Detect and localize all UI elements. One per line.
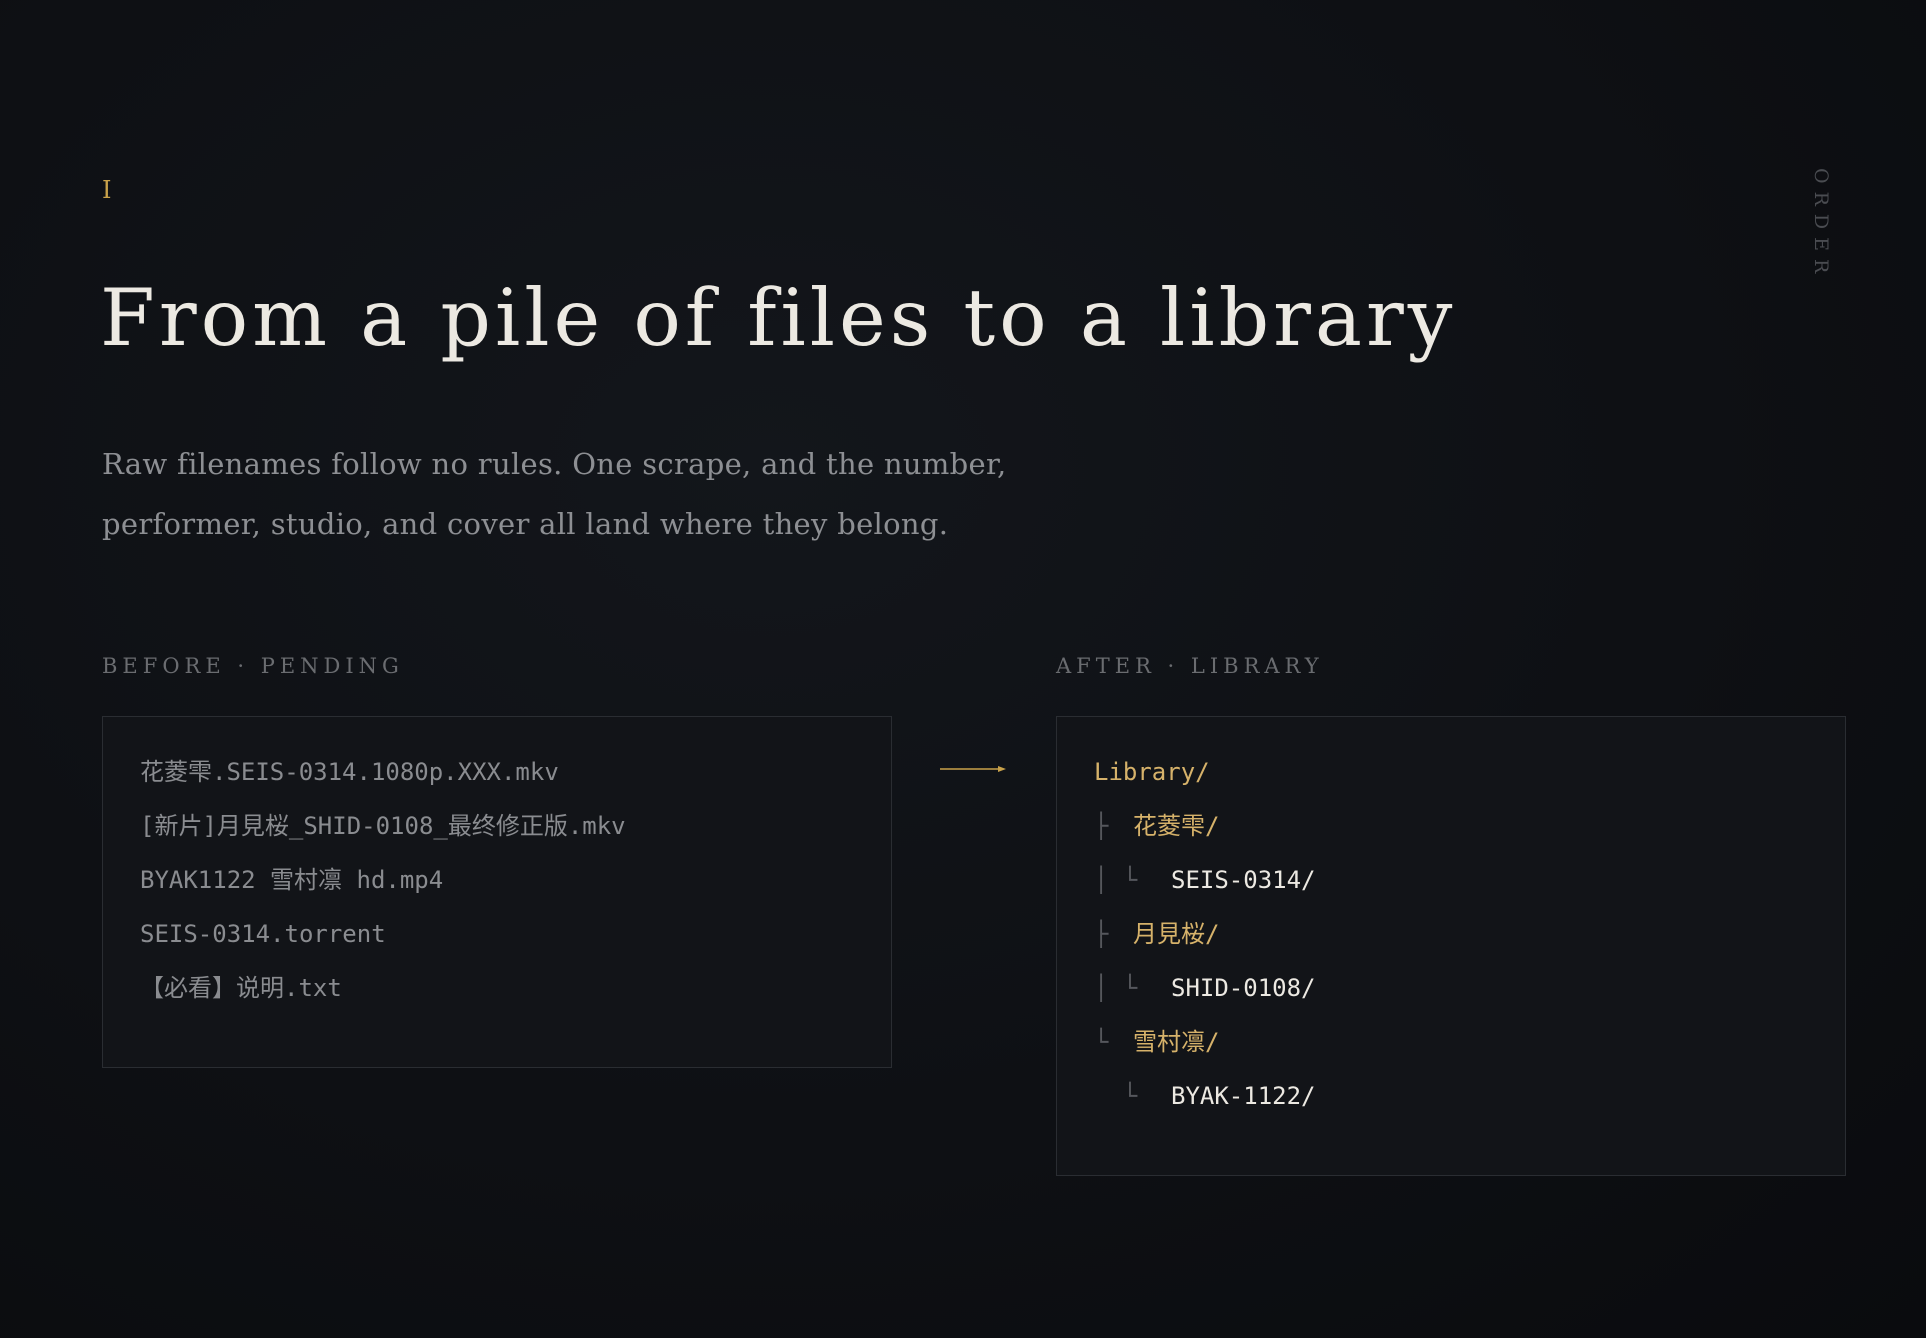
tree-folder: 雪村凛/ bbox=[1133, 1028, 1220, 1056]
tree-row: │ └ SHID-0108/ bbox=[1094, 961, 1808, 1015]
before-label: BEFORE · PENDING bbox=[102, 654, 404, 678]
file-item: BYAK1122 雪村凛 hd.mp4 bbox=[140, 866, 444, 894]
tree-row: └ 雪村凛/ bbox=[1094, 1015, 1808, 1069]
page-title: From a pile of files to a library bbox=[100, 272, 1457, 364]
tree-code-folder: BYAK-1122/ bbox=[1171, 1082, 1316, 1110]
tree-branch: └ bbox=[1094, 1082, 1138, 1110]
file-item: 【必看】说明.txt bbox=[140, 974, 342, 1002]
file-item: SEIS-0314.torrent bbox=[140, 920, 386, 948]
section-numeral: I bbox=[102, 176, 112, 204]
tree-branch: ├ bbox=[1094, 920, 1109, 948]
file-item: [新片]月見桜_SHID-0108_最终修正版.mkv bbox=[140, 812, 626, 840]
tree-root-label: Library/ bbox=[1094, 758, 1210, 786]
tree-branch: └ bbox=[1094, 1028, 1109, 1056]
tree-row: ├ 月見桜/ bbox=[1094, 907, 1808, 961]
tree-row: └ BYAK-1122/ bbox=[1094, 1069, 1808, 1123]
page-subtitle: Raw filenames follow no rules. One scrap… bbox=[102, 447, 1007, 541]
tree-root: Library/ bbox=[1094, 745, 1808, 799]
tree-row: │ └ SEIS-0314/ bbox=[1094, 853, 1808, 907]
tree-folder: 月見桜/ bbox=[1133, 920, 1220, 948]
tree-branch: ├ bbox=[1094, 812, 1109, 840]
tree-code-folder: SHID-0108/ bbox=[1171, 974, 1316, 1002]
after-panel: Library/ ├ 花菱雫/ │ └ SEIS-0314/ ├ 月見桜/ │ └ SH… bbox=[1056, 716, 1846, 1176]
after-label: AFTER · LIBRARY bbox=[1056, 654, 1324, 678]
tree-folder: 花菱雫/ bbox=[1133, 812, 1220, 840]
tree-branch: │ └ bbox=[1094, 866, 1138, 894]
file-item: 花菱雫.SEIS-0314.1080p.XXX.mkv bbox=[140, 758, 559, 786]
side-label: ORDER bbox=[1810, 168, 1832, 282]
before-panel: 花菱雫.SEIS-0314.1080p.XXX.mkv [新片]月見桜_SHID… bbox=[102, 716, 892, 1068]
tree-branch: │ └ bbox=[1094, 974, 1138, 1002]
tree-code-folder: SEIS-0314/ bbox=[1171, 866, 1316, 894]
tree-row: ├ 花菱雫/ bbox=[1094, 799, 1808, 853]
arrow-right-icon bbox=[940, 766, 1006, 772]
